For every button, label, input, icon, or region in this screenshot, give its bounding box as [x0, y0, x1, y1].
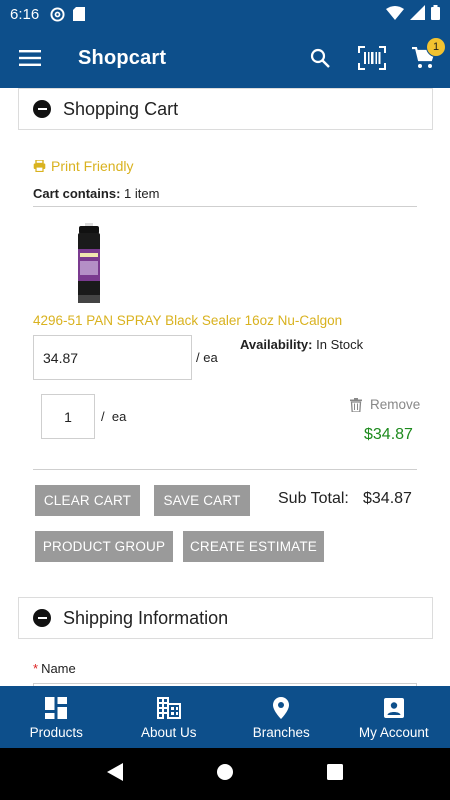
product-name-link[interactable]: 4296-51 PAN SPRAY Black Sealer 16oz Nu-C… [33, 313, 342, 328]
status-time: 6:16 [10, 5, 40, 23]
location-pin-icon [273, 695, 290, 721]
nav-branches[interactable]: Branches [225, 686, 338, 748]
nav-branches-label: Branches [252, 724, 310, 740]
search-icon [310, 48, 330, 68]
divider [33, 469, 417, 470]
back-button[interactable] [106, 762, 123, 786]
battery-icon [431, 5, 440, 23]
at-sign-icon [49, 6, 65, 22]
name-field-label: * Name [33, 661, 76, 676]
status-bar: 6:16 [0, 0, 450, 28]
clear-cart-button[interactable]: CLEAR CART [35, 485, 140, 516]
barcode-scan-button[interactable] [346, 28, 398, 88]
system-navigation-bar [0, 748, 450, 800]
product-image[interactable] [70, 223, 108, 305]
hamburger-icon [19, 50, 41, 66]
divider [33, 206, 417, 207]
quantity-unit-label: ea [111, 409, 127, 424]
account-box-icon [383, 695, 404, 721]
availability-value: In Stock [316, 337, 364, 352]
grid-icon [45, 695, 68, 721]
shopping-cart-panel-header[interactable]: Shopping Cart [18, 88, 433, 130]
search-button[interactable] [294, 28, 346, 88]
collapse-icon [33, 100, 51, 118]
cart-contains-label: Cart contains: [33, 186, 121, 201]
required-marker: * [33, 661, 39, 676]
nav-products-label: Products [29, 724, 83, 740]
shipping-title: Shipping Information [63, 607, 229, 628]
app-bar: Shopcart 1 [0, 28, 450, 88]
availability-label: Availability: [240, 337, 313, 352]
print-friendly-label: Print Friendly [51, 158, 134, 174]
status-right-icons [386, 5, 440, 23]
recents-button[interactable] [327, 763, 344, 785]
printer-icon [33, 160, 46, 172]
quantity-separator: / [101, 409, 105, 424]
barcode-scan-icon [358, 46, 386, 70]
quantity-input[interactable]: 1 [41, 394, 95, 439]
main-content[interactable]: Shopping Cart Print Friendly Cart contai… [0, 88, 450, 686]
menu-button[interactable] [0, 28, 60, 88]
app-title: Shopcart [78, 46, 167, 69]
nav-about-us[interactable]: About Us [113, 686, 226, 748]
remove-item-button[interactable]: Remove [350, 397, 420, 412]
availability: Availability: In Stock [240, 337, 363, 352]
home-button[interactable] [216, 763, 234, 786]
nav-my-account-label: My Account [358, 724, 429, 740]
shipping-panel-header[interactable]: Shipping Information [18, 597, 433, 639]
nav-products[interactable]: Products [0, 686, 113, 748]
cart-button[interactable]: 1 [398, 28, 450, 88]
building-icon [156, 695, 181, 721]
name-label-text: Name [41, 661, 76, 676]
nav-my-account[interactable]: My Account [338, 686, 450, 748]
line-total: $34.87 [364, 426, 413, 443]
signal-icon [410, 5, 425, 23]
price-input[interactable]: 34.87 [33, 335, 192, 380]
bottom-navigation: Products About Us Branches My Account [0, 686, 450, 748]
create-estimate-button[interactable]: CREATE ESTIMATE [183, 531, 324, 562]
quantity-unit: / ea [101, 409, 126, 424]
subtotal-value: $34.87 [363, 490, 412, 507]
print-friendly-link[interactable]: Print Friendly [33, 158, 133, 174]
shopping-cart-title: Shopping Cart [63, 98, 179, 119]
wifi-icon [386, 5, 404, 23]
trash-icon [350, 397, 362, 412]
cart-contains: Cart contains: 1 item [33, 186, 159, 201]
home-circle-icon [216, 763, 233, 780]
save-cart-button[interactable]: SAVE CART [154, 485, 250, 516]
price-unit: / ea [196, 350, 218, 365]
cart-contains-value: 1 item [124, 186, 160, 201]
subtotal-label: Sub Total: [278, 490, 349, 507]
product-group-button[interactable]: PRODUCT GROUP [35, 531, 173, 562]
nav-about-us-label: About Us [140, 724, 197, 740]
collapse-icon [33, 609, 51, 627]
sd-card-icon [71, 6, 87, 22]
recents-square-icon [327, 763, 344, 780]
cart-count-badge: 1 [426, 37, 446, 57]
back-triangle-icon [106, 762, 123, 781]
remove-label: Remove [370, 397, 421, 412]
